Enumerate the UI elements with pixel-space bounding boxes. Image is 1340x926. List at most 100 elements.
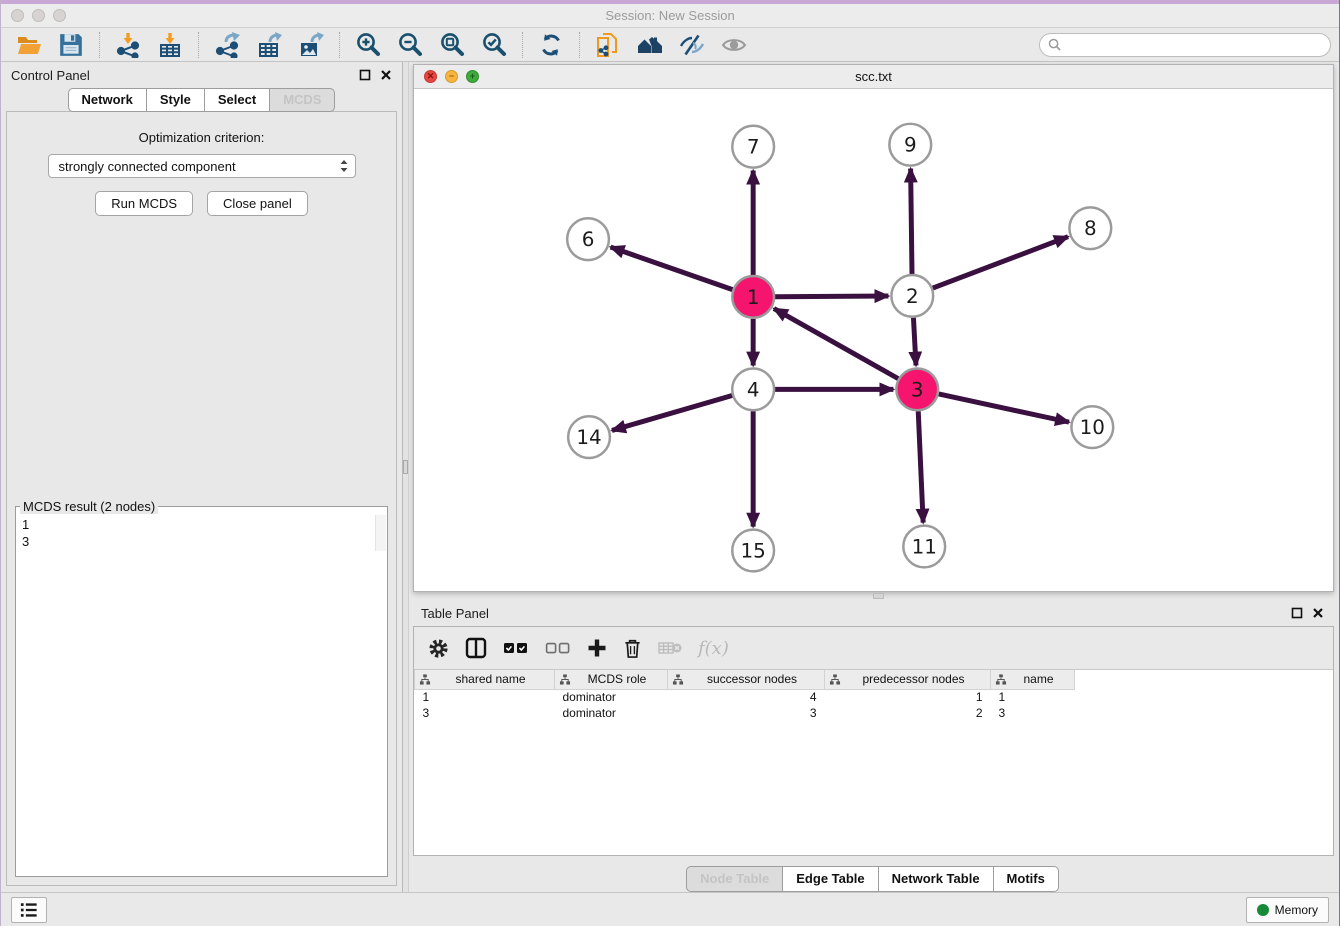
import-network-button[interactable]: [108, 30, 148, 60]
edge-2-9[interactable]: [911, 169, 912, 274]
table-cell[interactable]: 1: [991, 689, 1075, 705]
graph-node-2[interactable]: 2: [891, 275, 933, 317]
function-builder-button[interactable]: f(x): [698, 638, 729, 659]
add-column-button[interactable]: [587, 638, 607, 658]
tab-motifs[interactable]: Motifs: [993, 866, 1059, 892]
search-field[interactable]: [1039, 33, 1331, 57]
table-cell[interactable]: 3: [668, 705, 825, 721]
zoom-in-button[interactable]: [348, 30, 388, 60]
float-table-panel-icon[interactable]: [1291, 607, 1303, 619]
node-table[interactable]: shared nameMCDS rolesuccessor nodesprede…: [414, 669, 1333, 855]
table-cell[interactable]: 3: [991, 705, 1075, 721]
zoom-fit-button[interactable]: [432, 30, 472, 60]
splitter-grip-icon[interactable]: [403, 460, 408, 474]
close-table-panel-icon[interactable]: [1312, 607, 1324, 619]
edge-1-2[interactable]: [775, 296, 888, 297]
network-canvas[interactable]: 7 9 6 8 1 2 4 3 14 10 15 11: [414, 89, 1333, 591]
table-cell[interactable]: 3: [415, 705, 555, 721]
export-table-button[interactable]: [249, 30, 289, 60]
edge-2-3[interactable]: [913, 318, 916, 366]
edge-2-8[interactable]: [933, 237, 1068, 288]
refresh-button[interactable]: [531, 30, 571, 60]
tab-network-table[interactable]: Network Table: [878, 866, 994, 892]
tab-mcds[interactable]: MCDS: [269, 88, 335, 112]
table-cell[interactable]: 1: [415, 689, 555, 705]
tab-node-table[interactable]: Node Table: [686, 866, 783, 892]
edge-3-11[interactable]: [918, 411, 923, 522]
graph-node-1[interactable]: 1: [732, 276, 774, 318]
graph-node-15[interactable]: 15: [732, 530, 774, 572]
show-column-button[interactable]: [465, 637, 487, 659]
column-header-shared-name[interactable]: shared name: [415, 670, 555, 689]
edge-3-1[interactable]: [774, 309, 898, 379]
select-all-button[interactable]: [503, 641, 529, 655]
tab-network[interactable]: Network: [68, 88, 147, 112]
optimization-criterion-dropdown[interactable]: strongly connected component: [48, 154, 356, 178]
tab-select[interactable]: Select: [204, 88, 270, 112]
graph-node-3[interactable]: 3: [896, 368, 938, 410]
table-tabs: Node Table Edge Table Network Table Moti…: [411, 866, 1334, 892]
task-history-button[interactable]: [11, 897, 47, 923]
column-header-successor-nodes[interactable]: successor nodes: [668, 670, 825, 689]
column-header-predecessor-nodes[interactable]: predecessor nodes: [825, 670, 991, 689]
node-label: 4: [747, 378, 760, 401]
close-window-button[interactable]: [11, 9, 24, 22]
float-panel-icon[interactable]: [359, 69, 371, 81]
result-scrollbar[interactable]: [375, 515, 386, 551]
delete-table-button[interactable]: [658, 640, 682, 656]
delete-column-button[interactable]: [623, 638, 642, 659]
graph-node-8[interactable]: 8: [1069, 207, 1111, 249]
graph-node-14[interactable]: 14: [568, 416, 610, 458]
show-graphics-button[interactable]: [714, 30, 754, 60]
home-button[interactable]: [630, 30, 670, 60]
graph-node-11[interactable]: 11: [903, 526, 945, 568]
graph-node-10[interactable]: 10: [1071, 406, 1113, 448]
column-header-MCDS-role[interactable]: MCDS role: [555, 670, 668, 689]
network-window-titlebar[interactable]: ✕ − + scc.txt: [414, 65, 1333, 89]
graph-node-4[interactable]: 4: [732, 368, 774, 410]
clear-selection-button[interactable]: [545, 641, 571, 655]
unchecked-boxes-icon: [545, 641, 571, 655]
column-header-name[interactable]: name: [991, 670, 1075, 689]
zoom-selected-button[interactable]: [474, 30, 514, 60]
table-cell[interactable]: 4: [668, 689, 825, 705]
open-session-button[interactable]: [9, 30, 49, 60]
search-input[interactable]: [1066, 38, 1322, 52]
graph-node-6[interactable]: 6: [567, 218, 609, 260]
mcds-result-list[interactable]: 13: [16, 514, 387, 552]
edge-1-6[interactable]: [611, 247, 733, 290]
graph-node-7[interactable]: 7: [732, 126, 774, 168]
edge-3-10[interactable]: [939, 394, 1069, 422]
close-panel-button[interactable]: Close panel: [207, 191, 308, 216]
table-settings-button[interactable]: [428, 638, 449, 659]
tab-style[interactable]: Style: [146, 88, 205, 112]
annotation-button[interactable]: [588, 30, 628, 60]
network-maximize-button[interactable]: +: [466, 70, 479, 83]
zoom-out-button[interactable]: [390, 30, 430, 60]
table-cell[interactable]: 2: [825, 705, 991, 721]
graph-node-9[interactable]: 9: [889, 124, 931, 166]
save-session-button[interactable]: [51, 30, 91, 60]
table-row[interactable]: 3dominator323: [415, 705, 1075, 721]
zoom-window-button[interactable]: [53, 9, 66, 22]
panel-splitter[interactable]: [402, 62, 409, 892]
network-minimize-button[interactable]: −: [445, 70, 458, 83]
table-cell[interactable]: dominator: [555, 689, 668, 705]
edge-4-14[interactable]: [612, 395, 732, 430]
mcds-result-title: MCDS result (2 nodes): [20, 499, 158, 514]
network-close-button[interactable]: ✕: [424, 70, 437, 83]
table-cell[interactable]: dominator: [555, 705, 668, 721]
export-network-button[interactable]: [207, 30, 247, 60]
table-cell[interactable]: 1: [825, 689, 991, 705]
memory-button[interactable]: Memory: [1246, 897, 1329, 923]
hide-graphics-button[interactable]: [672, 30, 712, 60]
run-mcds-button[interactable]: Run MCDS: [95, 191, 193, 216]
tab-edge-table[interactable]: Edge Table: [782, 866, 878, 892]
import-table-button[interactable]: [150, 30, 190, 60]
vertical-sash[interactable]: [411, 592, 1334, 600]
export-image-button[interactable]: [291, 30, 331, 60]
table-row[interactable]: 1dominator411: [415, 689, 1075, 705]
minimize-window-button[interactable]: [32, 9, 45, 22]
close-panel-icon[interactable]: [380, 69, 392, 81]
sash-grip-icon[interactable]: [873, 593, 884, 599]
